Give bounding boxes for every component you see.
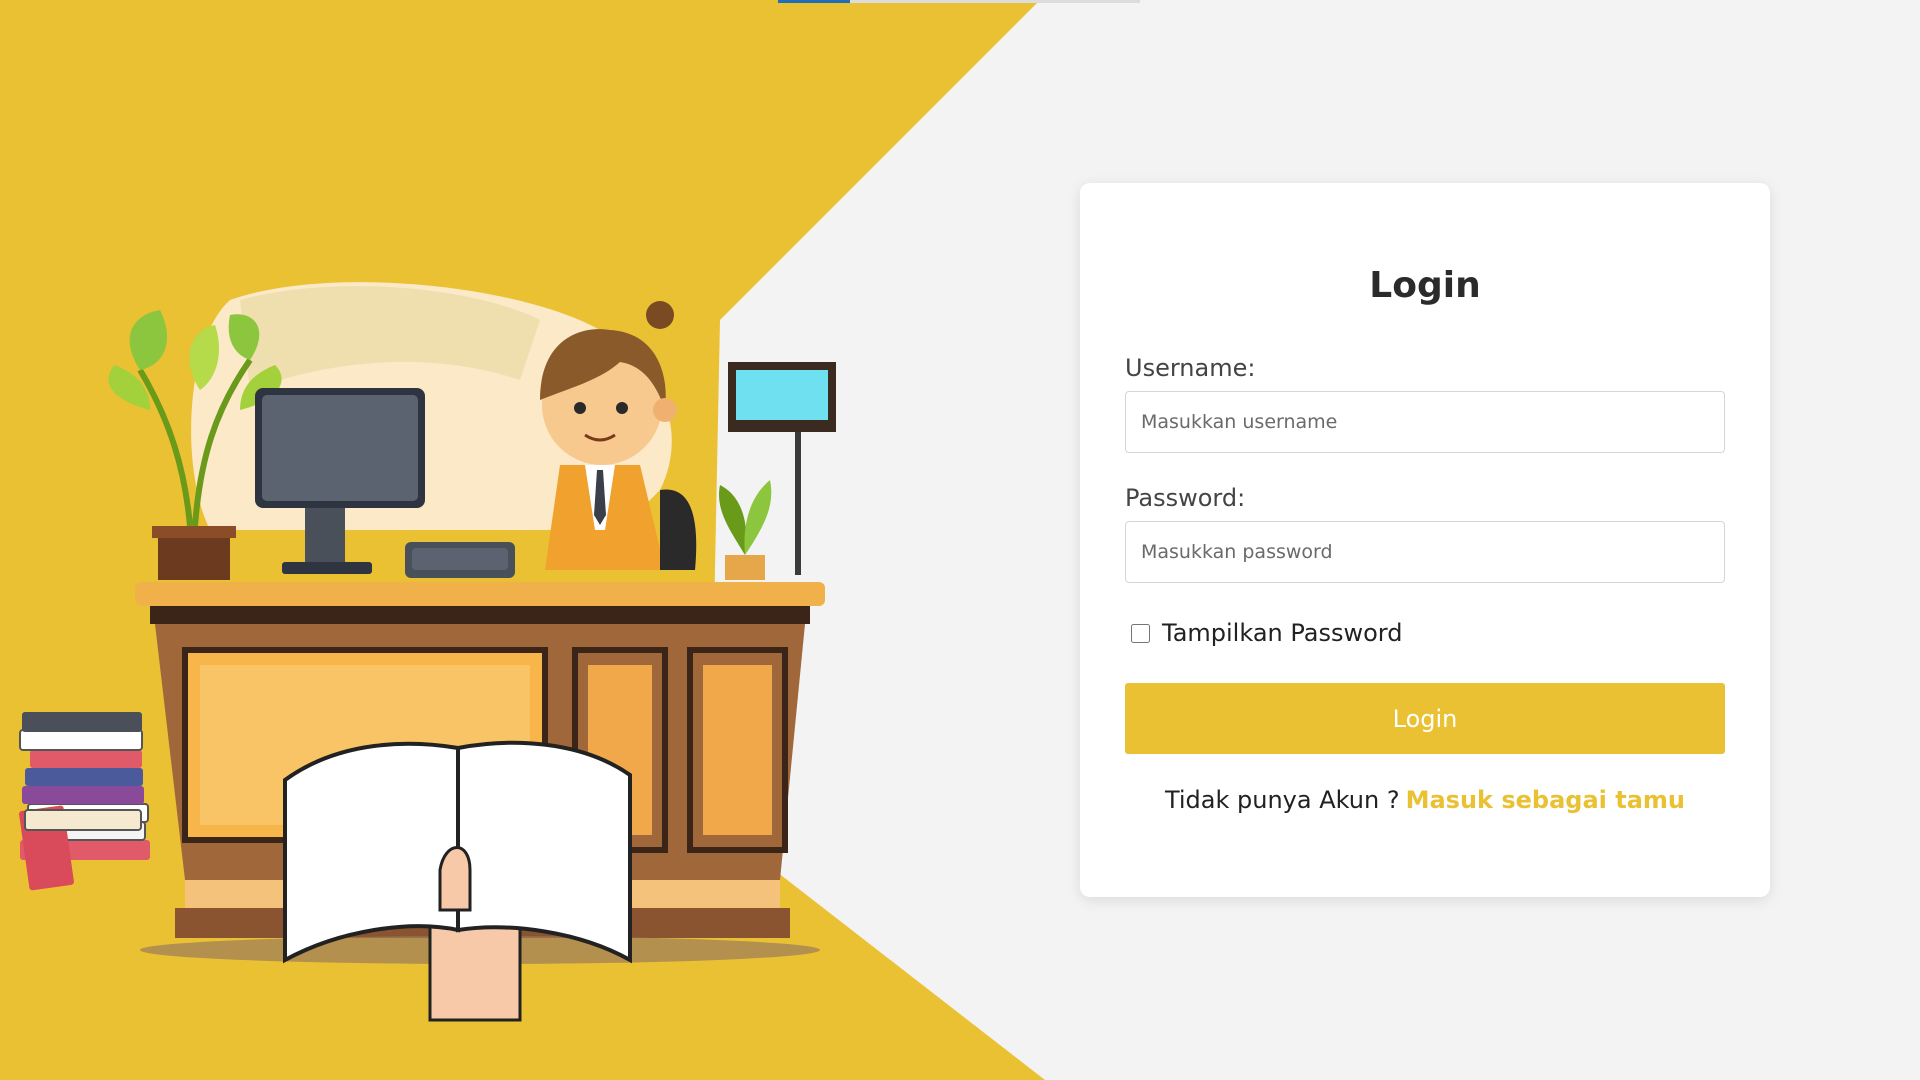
show-password-row: Tampilkan Password <box>1125 615 1725 651</box>
login-card: Login Username: Password: Tampilkan Pass… <box>1080 183 1770 897</box>
username-input[interactable] <box>1125 391 1725 453</box>
page-load-progress <box>778 0 1140 3</box>
show-password-label[interactable]: Tampilkan Password <box>1162 619 1402 647</box>
login-page: Login Username: Password: Tampilkan Pass… <box>0 0 1920 1080</box>
librarian-person-icon <box>540 301 697 570</box>
no-account-text: Tidak punya Akun ? <box>1164 786 1400 814</box>
username-label: Username: <box>1125 354 1256 382</box>
guest-login-link[interactable]: Masuk sebagai tamu <box>1406 786 1685 814</box>
show-password-checkbox[interactable] <box>1131 623 1150 643</box>
login-title: Login <box>1369 265 1481 306</box>
librarian-desk-illustration <box>19 282 836 1022</box>
no-account-line: Tidak punya Akun ? Masuk sebagai tamu <box>1125 786 1725 814</box>
page-load-progress-fill <box>778 0 851 3</box>
open-book-icon <box>283 740 632 1022</box>
small-plant-icon <box>719 480 772 580</box>
book-stack-icon <box>19 712 150 891</box>
password-input[interactable] <box>1125 521 1725 583</box>
login-button[interactable]: Login <box>1125 683 1725 754</box>
password-label: Password: <box>1125 484 1246 512</box>
